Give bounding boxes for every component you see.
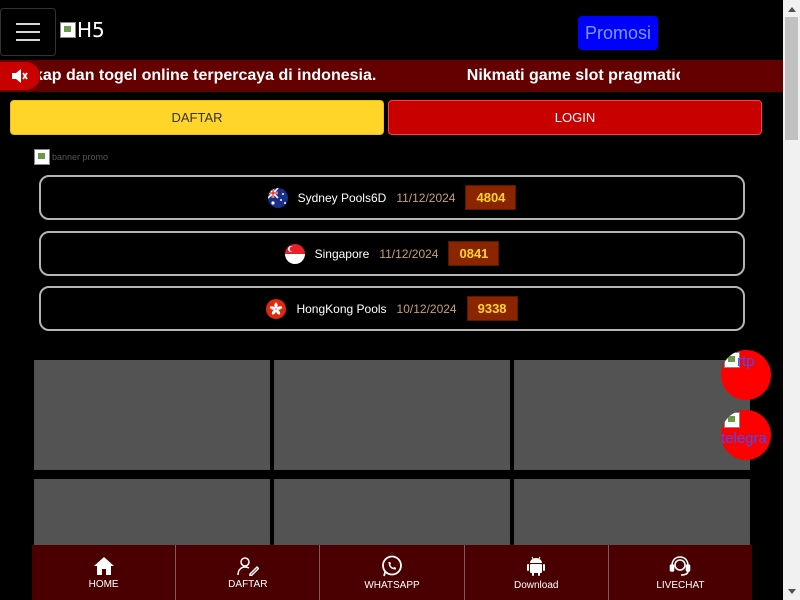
broken-image-icon	[34, 149, 50, 165]
result-date: 11/12/2024	[396, 190, 456, 205]
nav-label: LIVECHAT	[656, 579, 705, 591]
rtp-label: rtp	[737, 353, 755, 370]
market-name: Singapore	[314, 246, 370, 261]
register-button[interactable]: DAFTAR	[10, 100, 384, 135]
site-logo[interactable]: H5	[60, 18, 105, 42]
hongkong-flag-icon	[266, 298, 287, 319]
nav-label: HOME	[88, 578, 119, 590]
result-number: 9338	[466, 296, 518, 321]
home-icon	[93, 556, 115, 576]
rtp-float-button[interactable]: rtp	[721, 350, 771, 400]
nav-label: WHATSAPP	[364, 579, 420, 591]
singapore-flag-icon	[284, 243, 305, 264]
nav-livechat[interactable]: LIVECHAT	[608, 545, 753, 600]
result-row-hongkong[interactable]: HongKong Pools 10/12/2024 9338	[39, 286, 745, 331]
banner-image: banner promo	[34, 149, 140, 165]
scroll-up-arrow-icon[interactable]	[783, 0, 800, 17]
scrollbar-thumb[interactable]	[785, 17, 798, 140]
whatsapp-icon	[381, 555, 403, 577]
telegram-label: telegra	[721, 430, 767, 447]
result-date: 10/12/2024	[396, 301, 457, 316]
australia-flag-icon	[267, 187, 288, 208]
hamburger-line	[16, 31, 40, 33]
game-tile[interactable]	[514, 360, 750, 470]
broken-image-icon	[724, 412, 740, 428]
login-button[interactable]: LOGIN	[388, 100, 762, 135]
game-tile[interactable]	[34, 360, 270, 470]
nav-label: Download	[513, 579, 559, 591]
logo-alt-text: H5	[77, 18, 105, 42]
broken-image-icon	[60, 22, 76, 38]
market-name: Sydney Pools6D	[297, 190, 387, 205]
bottom-navigation: HOME DAFTAR WHATSAPP Download LIVECHAT	[32, 545, 753, 600]
result-number: 4804	[465, 185, 517, 210]
marquee-text-1: kap dan togel online terpercaya di indon…	[40, 67, 377, 84]
nav-label: DAFTAR	[228, 578, 268, 590]
scroll-down-arrow-icon[interactable]	[783, 583, 800, 600]
nav-download[interactable]: Download	[464, 545, 609, 600]
menu-button[interactable]	[0, 8, 56, 56]
mute-speaker-icon[interactable]	[0, 62, 40, 90]
marquee-text-2: Nikmati game slot pragmatic pla	[466, 67, 680, 84]
user-edit-icon	[237, 556, 259, 576]
nav-whatsapp[interactable]: WHATSAPP	[320, 545, 465, 600]
header: H5 Promosi	[0, 0, 783, 60]
game-tile[interactable]	[274, 360, 510, 470]
banner-alt-text: banner promo	[52, 152, 109, 162]
hamburger-line	[16, 23, 40, 25]
result-date: 11/12/2024	[379, 246, 439, 261]
promo-button[interactable]: Promosi	[578, 16, 658, 50]
headset-icon	[669, 555, 691, 577]
hamburger-line	[16, 39, 40, 41]
telegram-float-button[interactable]: telegra	[721, 410, 771, 460]
result-row-singapore[interactable]: Singapore 11/12/2024 0841	[39, 231, 745, 276]
result-row-sydney[interactable]: Sydney Pools6D 11/12/2024 4804	[39, 175, 745, 220]
nav-home[interactable]: HOME	[32, 545, 177, 600]
announcement-marquee: kap dan togel online terpercaya di indon…	[0, 60, 783, 92]
marquee-text: kap dan togel online terpercaya di indon…	[40, 60, 680, 92]
nav-register[interactable]: DAFTAR	[176, 545, 321, 600]
android-icon	[526, 555, 546, 577]
market-name: HongKong Pools	[296, 301, 387, 316]
vertical-scrollbar[interactable]	[783, 0, 800, 600]
result-number: 0841	[448, 241, 500, 266]
